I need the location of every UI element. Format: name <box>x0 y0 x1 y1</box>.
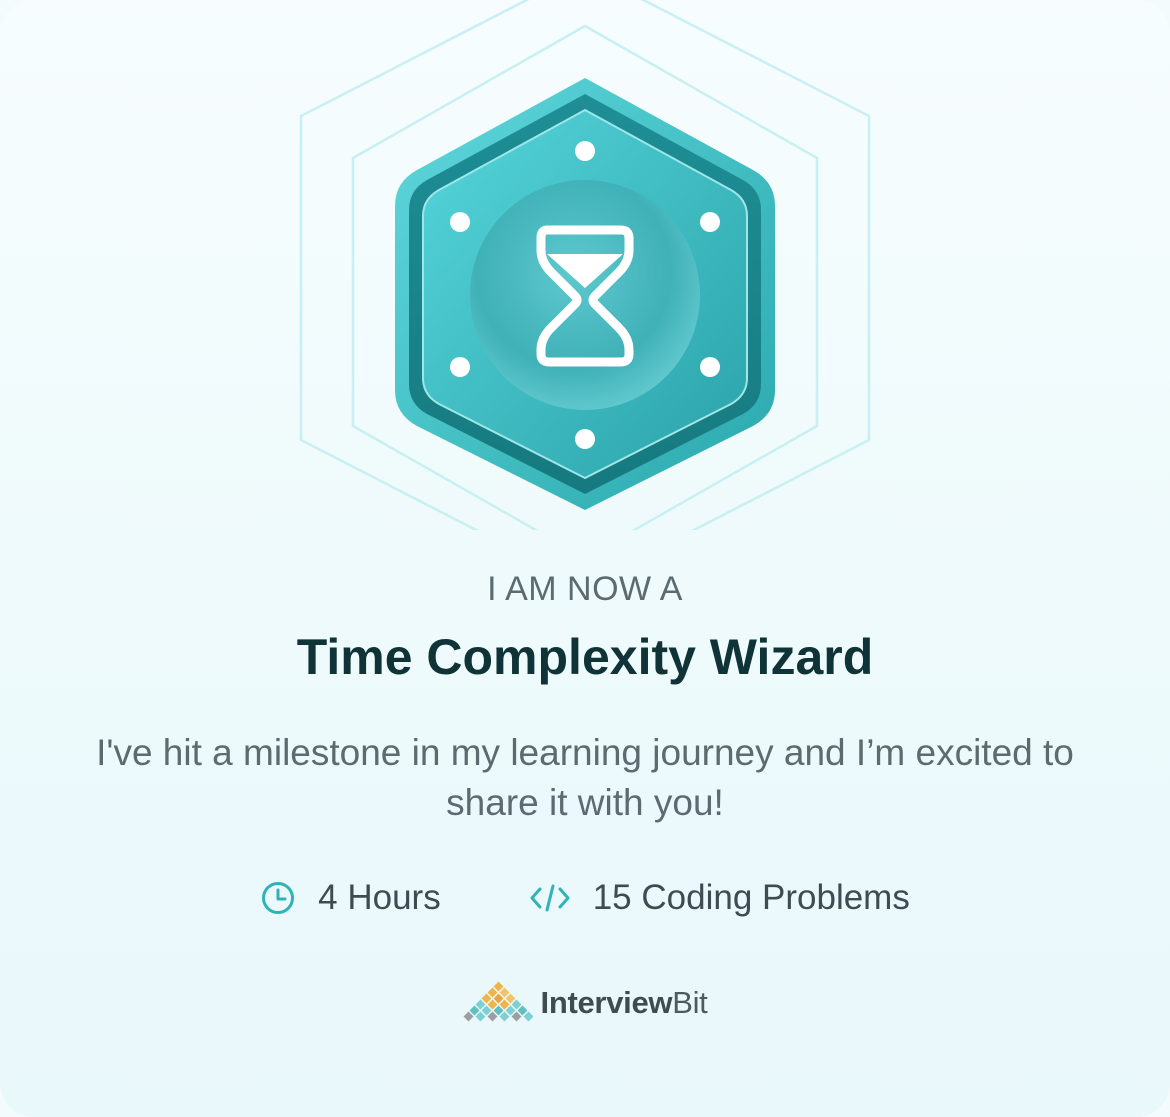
achievement-title: Time Complexity Wizard <box>296 629 874 685</box>
badge <box>285 0 885 530</box>
stat-problems: 15 Coding Problems <box>529 878 910 918</box>
achievement-description: I've hit a milestone in my learning jour… <box>96 732 1074 823</box>
brand-name-regular: Bit <box>672 985 708 1020</box>
code-icon <box>530 884 570 912</box>
interviewbit-logo-icon <box>463 981 533 1022</box>
eyebrow-text: I AM NOW A <box>487 570 683 608</box>
stat-problems-label: 15 Coding Problems <box>592 878 910 917</box>
brand-name: InterviewBit <box>541 985 708 1021</box>
stats-row: 4 Hours 15 Coding Problems <box>0 872 1170 924</box>
stat-hours: 4 Hours <box>260 878 441 918</box>
stat-hours-label: 4 Hours <box>318 878 441 917</box>
achievement-card: I AM NOW A Time Complexity Wizard I've h… <box>0 0 1170 1117</box>
clock-icon <box>262 882 295 914</box>
brand-name-bold: Interview <box>540 985 673 1020</box>
brand-logo: InterviewBit <box>0 978 1170 1028</box>
hexagon-badge-icon <box>299 0 871 530</box>
